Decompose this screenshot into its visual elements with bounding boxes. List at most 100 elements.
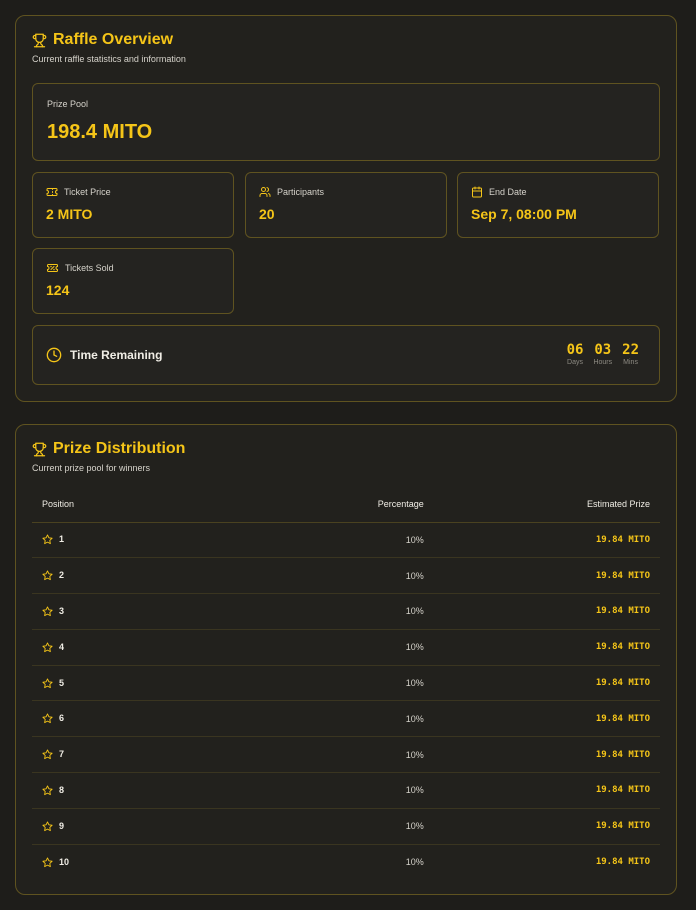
table-header-row: Position Percentage Estimated Prize (32, 487, 660, 523)
hours-label: Hours (593, 359, 613, 366)
countdown-mins: 22 Mins (622, 342, 639, 366)
percentage-cell: 10% (173, 557, 434, 595)
position-cell: 6 (32, 700, 174, 738)
users-icon (259, 186, 271, 198)
estimated-prize-cell: 19.84 MITO (595, 857, 650, 868)
position-cell: 1 (32, 522, 174, 559)
end-date-value: Sep 7, 08:00 PM (471, 206, 577, 222)
ticket-price-box: Ticket Price 2 MITO (32, 172, 234, 238)
percentage-cell: 10% (173, 665, 434, 702)
percentage-cell: 10% (173, 700, 434, 738)
trophy-icon (32, 33, 47, 48)
mins-value: 22 (622, 342, 639, 358)
table-row: 9 10% 19.84 MITO (32, 808, 660, 845)
percentage-header[interactable]: Percentage (173, 487, 434, 523)
star-icon (42, 785, 53, 796)
prize-pool-label: Prize Pool (47, 99, 89, 109)
position-value: 5 (59, 677, 65, 688)
star-icon (42, 606, 53, 617)
prize-pool-value: 198.4 MITO (47, 121, 153, 143)
participants-value: 20 (259, 206, 275, 222)
table-row: 7 10% 19.84 MITO (32, 736, 660, 774)
star-icon (42, 713, 53, 724)
distribution-subtitle: Current prize pool for winners (32, 463, 151, 473)
mins-label: Mins (623, 359, 638, 366)
table-row: 4 10% 19.84 MITO (32, 629, 660, 666)
percentage-cell: 10% (173, 629, 434, 666)
estimated-prize-cell: 19.84 MITO (433, 557, 660, 595)
prize-table: Position Percentage Estimated Prize 1 10%… (32, 487, 660, 880)
star-icon (42, 821, 53, 832)
tickets-sold-value: 124 (46, 282, 70, 298)
percentage-cell: 10% (173, 593, 434, 630)
time-remaining-box: Time Remaining 06 Days 03 Hours 22 Mins (32, 325, 660, 385)
position-value: 4 (59, 641, 65, 652)
overview-header: Raffle Overview (32, 31, 173, 49)
position-value: 3 (59, 605, 65, 616)
time-remaining-label: Time Remaining (70, 348, 163, 362)
position-cell: 2 (32, 557, 174, 595)
countdown-days: 06 Days (567, 342, 584, 366)
participants-box: Participants 20 (245, 172, 447, 238)
calendar-icon (471, 186, 483, 198)
ticket-price-label: Ticket Price (64, 187, 111, 197)
table-row: 8 10% 19.84 MITO (32, 772, 660, 809)
table-row: 5 10% 19.84 MITO (32, 665, 660, 702)
tickets-sold-box: Tickets Sold 124 (32, 248, 234, 314)
hours-value: 03 (594, 342, 612, 358)
star-icon (42, 749, 53, 760)
prize-distribution-card: Prize Distribution Current prize pool fo… (15, 424, 677, 895)
overview-title: Raffle Overview (53, 31, 174, 48)
ticket-icon (46, 186, 58, 198)
position-value: 9 (59, 820, 65, 831)
position-value: 7 (59, 749, 65, 760)
clock-icon (46, 347, 62, 363)
star-icon (42, 534, 53, 545)
raffle-overview-card: Raffle Overview Current raffle statistic… (15, 15, 677, 402)
star-icon (42, 678, 53, 689)
star-icon (42, 642, 53, 653)
position-value: 10 (59, 856, 70, 867)
table-row: 10 10% 19.84 MITO (32, 844, 660, 880)
position-value: 1 (59, 534, 65, 545)
countdown-hours: 03 Hours (593, 342, 612, 366)
estimated-prize-cell: 19.84 MITO (433, 772, 660, 809)
estimated-prize-cell: 19.84 MITO (433, 593, 660, 630)
star-icon (42, 570, 53, 581)
percentage-cell: 10% (173, 736, 434, 774)
position-cell: 4 (32, 629, 174, 666)
tickets-sold-label: Tickets Sold (65, 263, 114, 273)
position-header[interactable]: Position (32, 487, 174, 523)
table-row: 2 10% 19.84 MITO (32, 557, 660, 595)
percentage-cell: 10% (405, 857, 424, 868)
prize-pool-box: Prize Pool 198.4 MITO (32, 83, 660, 161)
participants-label: Participants (277, 187, 325, 197)
distribution-title: Prize Distribution (53, 440, 186, 457)
end-date-label: End Date (489, 187, 527, 197)
estimated-prize-cell: 19.84 MITO (433, 522, 660, 559)
percentage-cell: 10% (173, 772, 434, 809)
trophy-icon (32, 442, 47, 457)
estimated-prize-cell: 19.84 MITO (433, 808, 660, 845)
estimated-prize-header[interactable]: Estimated Prize (433, 487, 660, 523)
days-label: Days (567, 359, 583, 366)
table-row: 6 10% 19.84 MITO (32, 700, 660, 738)
countdown: 06 Days 03 Hours 22 Mins (557, 342, 639, 366)
percentage-cell: 10% (173, 808, 434, 845)
position-value: 2 (59, 570, 65, 581)
estimated-prize-cell: 19.84 MITO (433, 629, 660, 666)
distribution-header: Prize Distribution (32, 440, 185, 458)
position-cell: 5 (32, 665, 174, 702)
position-value: 6 (59, 713, 65, 724)
estimated-prize-cell: 19.84 MITO (433, 736, 660, 774)
end-date-box: End Date Sep 7, 08:00 PM (457, 172, 659, 238)
percentage-cell: 10% (173, 522, 434, 559)
ticket-icon (46, 262, 59, 274)
table-row: 1 10% 19.84 MITO (32, 522, 660, 559)
position-cell: 3 (32, 593, 174, 630)
days-value: 06 (566, 342, 584, 358)
position-cell: 9 (32, 808, 174, 845)
estimated-prize-cell: 19.84 MITO (433, 665, 660, 702)
position-value: 8 (59, 784, 65, 795)
star-icon (42, 857, 53, 868)
